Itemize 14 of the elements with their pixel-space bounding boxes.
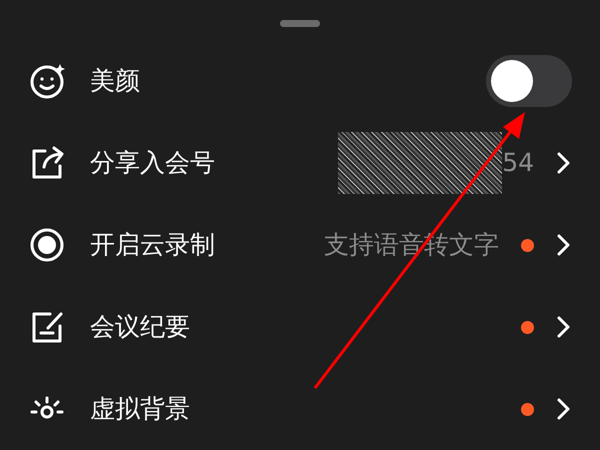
- setting-label: 分享入会号: [90, 147, 216, 180]
- chevron-right-icon[interactable]: [556, 315, 572, 339]
- setting-label: 美颜: [90, 65, 141, 98]
- beauty-toggle[interactable]: [486, 55, 572, 107]
- chevron-right-icon[interactable]: [556, 151, 572, 175]
- record-icon: [28, 226, 66, 264]
- chevron-right-icon[interactable]: [556, 397, 572, 421]
- setting-label: 开启云录制: [90, 229, 216, 262]
- setting-value: 54: [502, 147, 534, 180]
- smile-sparkle-icon: [28, 62, 66, 100]
- chevron-right-icon[interactable]: [556, 233, 572, 257]
- setting-label: 虚拟背景: [90, 393, 191, 426]
- setting-label: 会议纪要: [90, 311, 191, 344]
- drag-handle[interactable]: [280, 20, 320, 27]
